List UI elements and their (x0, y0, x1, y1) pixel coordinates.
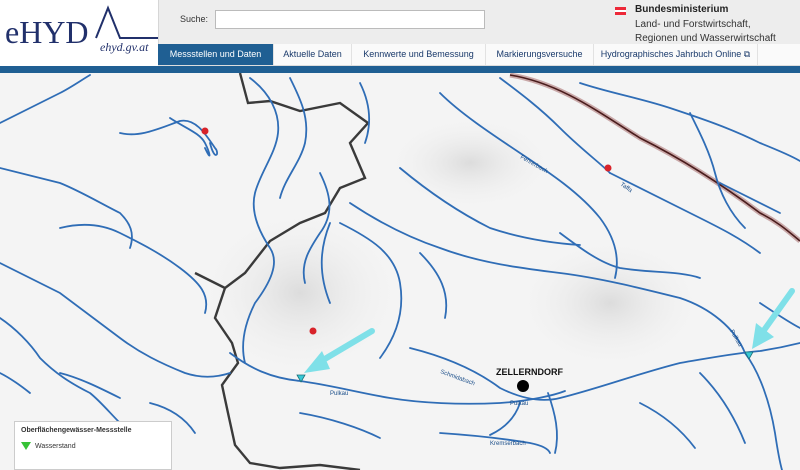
search-label: Suche: (180, 14, 209, 24)
ehyd-logo[interactable]: eHYD ehyd.gv.at (0, 0, 159, 66)
ministry-line-1: Land- und Forstwirtschaft, (635, 19, 751, 30)
nav-underline (0, 66, 800, 73)
river-label: Pulkau (330, 391, 348, 397)
main-nav: Messstellen und Daten Aktuelle Daten Ken… (158, 44, 800, 66)
legend-title: Oberflächengewässer-Messstelle (21, 427, 132, 434)
river-label: Kremserbach (490, 441, 526, 447)
logo-site: ehyd.gv.at (100, 40, 149, 54)
map-legend: Oberflächengewässer-Messstelle Wassersta… (14, 421, 172, 470)
tab-markierungsversuche[interactable]: Markierungsversuche (486, 44, 594, 65)
town-marker[interactable] (517, 380, 529, 392)
map-canvas[interactable]: Pulkau Pulkau Schmidabach Kremserbach Ta… (0, 73, 800, 470)
tab-kennwerte-und-bemessung[interactable]: Kennwerte und Bemessung (352, 44, 486, 65)
station-marker[interactable] (309, 327, 317, 335)
search-input[interactable] (215, 10, 485, 29)
town-label: ZELLERNDORF (496, 367, 563, 377)
station-marker[interactable] (604, 164, 612, 172)
river-label: Pulkau (510, 401, 528, 407)
terrain-relief (510, 233, 710, 373)
legend-item-label: Wasserstand (35, 442, 76, 450)
tab-aktuelle-daten[interactable]: Aktuelle Daten (274, 44, 352, 65)
tab-hydrographisches-jahrbuch[interactable]: Hydrographisches Jahrbuch Online ⧉ (594, 44, 758, 65)
legend-item: Wasserstand (21, 442, 76, 450)
ministry-title: Bundesministerium (635, 4, 729, 15)
station-marker[interactable] (201, 127, 209, 135)
green-triangle-icon (21, 442, 31, 450)
logo-text: eHYD (5, 14, 89, 50)
tab-messstellen-und-daten[interactable]: Messstellen und Daten (158, 44, 274, 65)
austria-flag-icon (615, 7, 626, 15)
ministry-line-2: Regionen und Wasserwirtschaft (635, 33, 776, 44)
